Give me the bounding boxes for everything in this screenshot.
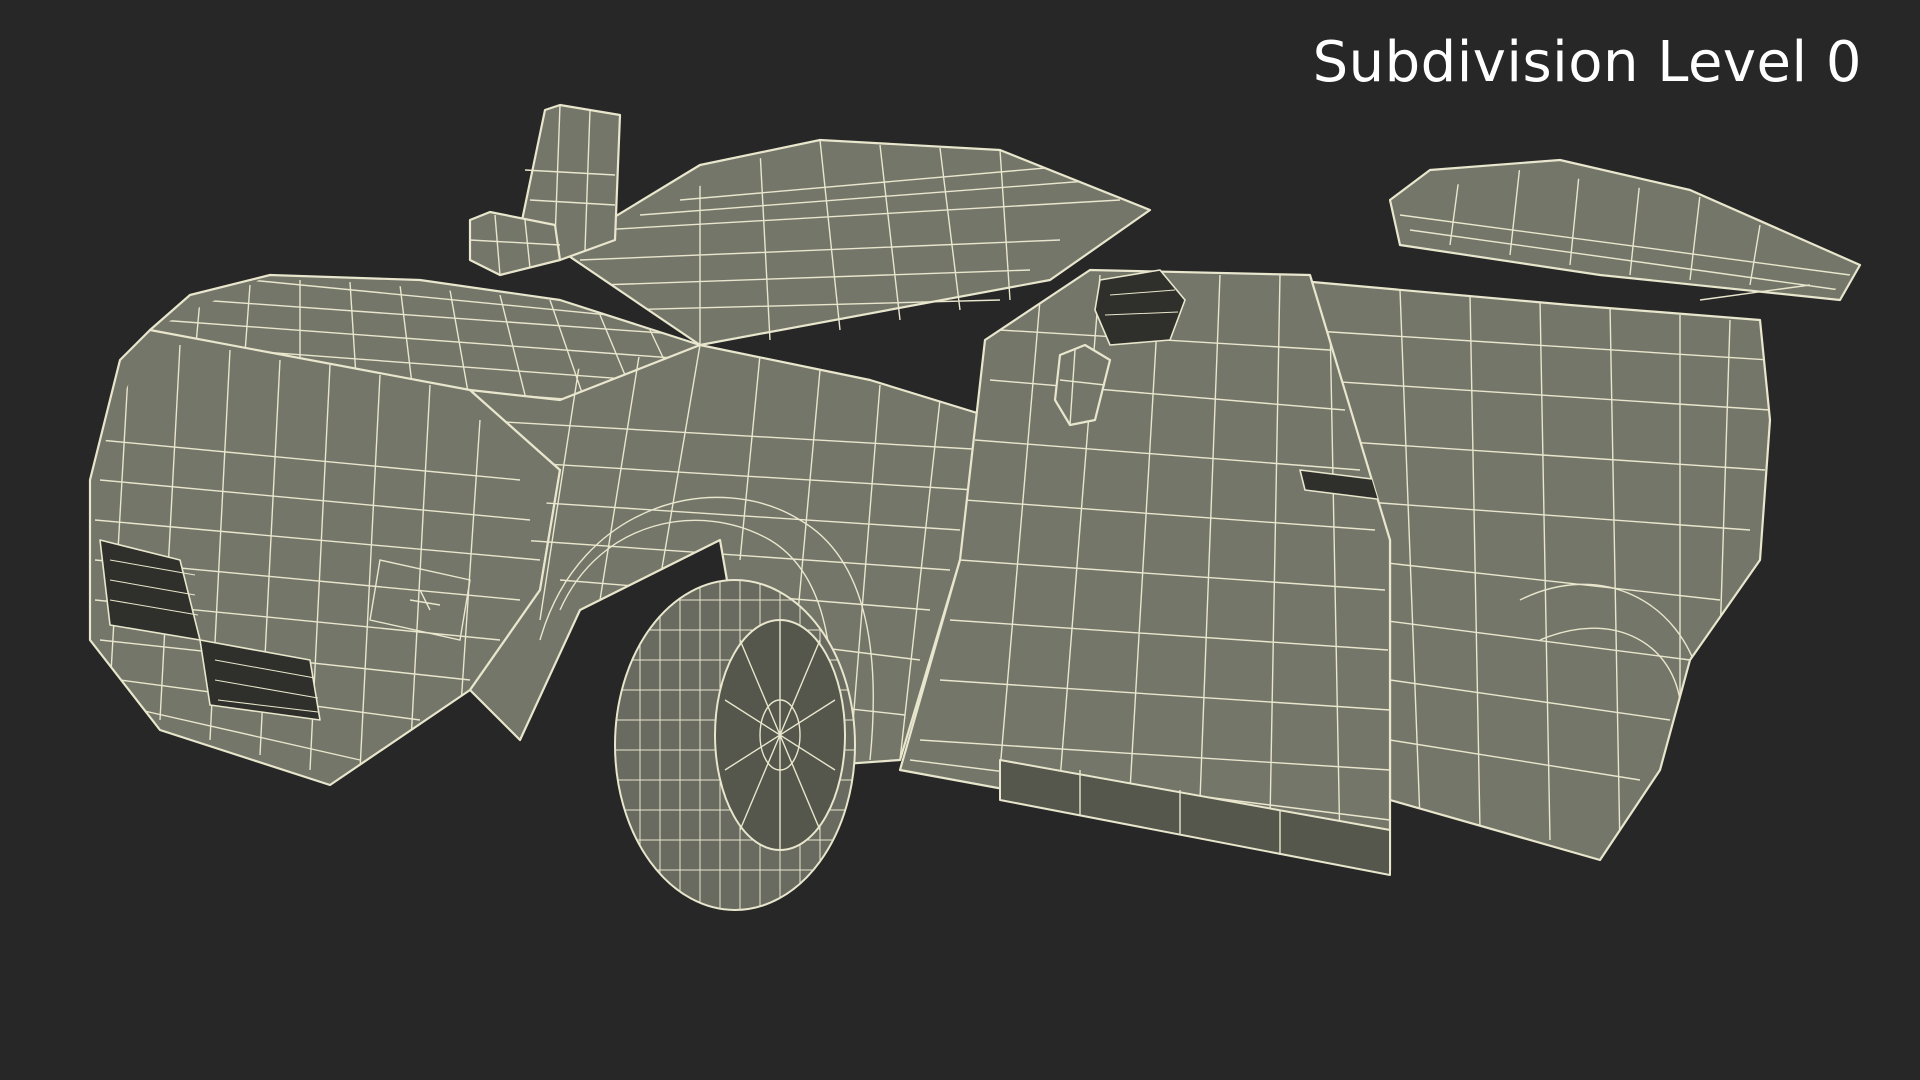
- open-tailgate: [1388, 158, 1862, 302]
- subdivision-level-label: Subdivision Level 0: [1312, 30, 1862, 95]
- wireframe-suv-icon: [88, 103, 1862, 911]
- render-viewport: Subdivision Level 0: [0, 0, 1920, 1080]
- open-front-door: [898, 268, 1392, 876]
- front-wheel: [614, 579, 856, 911]
